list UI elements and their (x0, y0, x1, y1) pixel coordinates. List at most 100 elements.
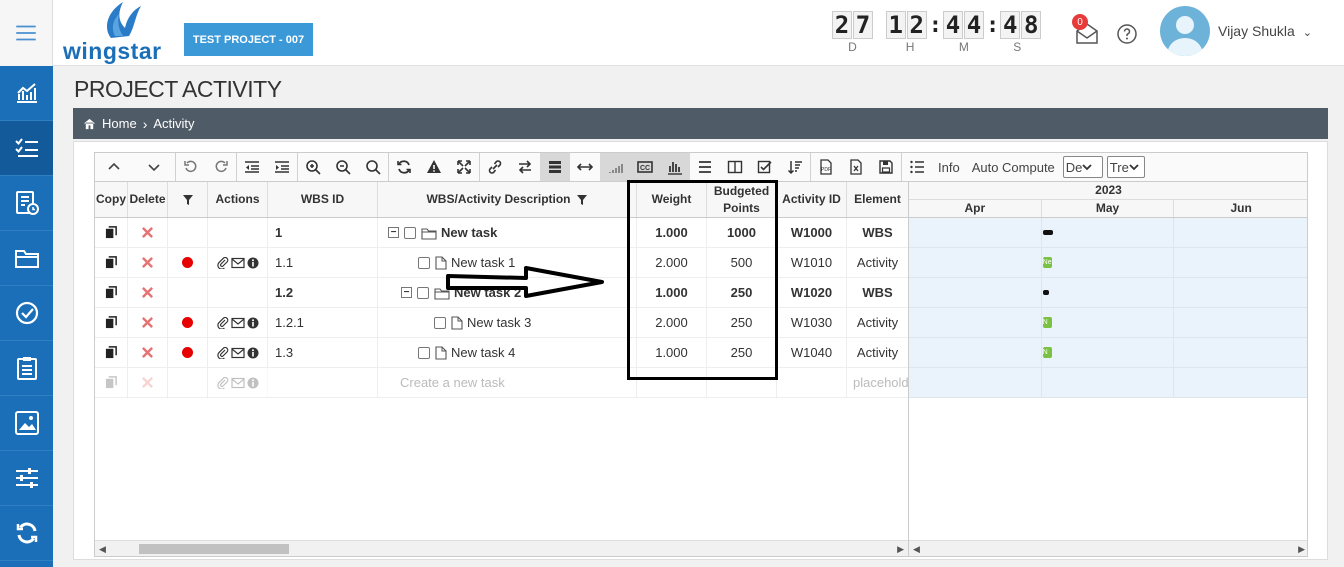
signal-button[interactable] (600, 153, 630, 181)
export-pdf-button[interactable]: PDF (811, 153, 841, 181)
table-row[interactable]: 1.2.1 New task 3 2.000 250 W1030 Activity (95, 308, 908, 338)
copy-icon[interactable] (105, 226, 118, 239)
columns-button[interactable] (720, 153, 750, 181)
details-list-button[interactable] (902, 153, 932, 181)
description-cell[interactable]: New task 4 (378, 338, 637, 367)
mail-icon[interactable] (230, 347, 245, 359)
help-icon[interactable] (1116, 23, 1138, 45)
col-header-actions[interactable]: Actions (208, 182, 268, 217)
hamburger-menu-button[interactable] (0, 0, 53, 66)
sidebar-item-settings[interactable] (0, 451, 53, 506)
gantt-task-bar[interactable]: Ne (1042, 257, 1052, 268)
description-cell[interactable]: New task 3 (378, 308, 637, 337)
outdent-button[interactable] (237, 153, 267, 181)
move-down-button[interactable] (133, 153, 175, 181)
checklist-button[interactable] (750, 153, 780, 181)
refresh-button[interactable] (389, 153, 419, 181)
sort-button[interactable] (780, 153, 810, 181)
delete-icon[interactable] (141, 256, 154, 269)
col-header-description[interactable]: WBS/Activity Description (378, 182, 637, 217)
list-button[interactable] (690, 153, 720, 181)
col-header-element[interactable]: Element (847, 182, 908, 217)
sidebar-item-schedule[interactable] (0, 176, 53, 231)
attachment-icon[interactable] (216, 346, 229, 359)
redo-button[interactable] (206, 153, 236, 181)
scroll-left-arrow-icon[interactable]: ◀ (913, 544, 920, 555)
gantt-summary-bar[interactable] (1042, 230, 1053, 235)
gantt-task-bar[interactable]: N (1042, 347, 1052, 358)
copy-icon[interactable] (105, 286, 118, 299)
link-button[interactable] (480, 153, 510, 181)
export-excel-button[interactable] (841, 153, 871, 181)
filter-icon[interactable] (576, 194, 588, 206)
copy-icon[interactable] (105, 316, 118, 329)
row-checkbox[interactable] (418, 256, 430, 269)
delete-icon[interactable] (141, 346, 154, 359)
home-icon[interactable] (83, 117, 96, 130)
row-checkbox[interactable] (404, 226, 416, 239)
search-button[interactable] (358, 153, 388, 181)
avatar[interactable] (1160, 6, 1210, 56)
user-menu[interactable]: Vijay Shukla ⌄ (1218, 23, 1312, 39)
scroll-thumb[interactable] (139, 544, 289, 554)
zoom-in-button[interactable] (298, 153, 328, 181)
row-checkbox[interactable] (418, 346, 430, 359)
info-button[interactable]: Info (932, 153, 966, 181)
sidebar-item-gallery[interactable] (0, 396, 53, 451)
col-header-activity-id[interactable]: Activity ID (777, 182, 847, 217)
table-row[interactable]: 1.3 New task 4 1.000 250 W1040 Activity (95, 338, 908, 368)
row-checkbox[interactable] (434, 316, 446, 329)
sidebar-item-files[interactable] (0, 231, 53, 286)
gantt-horizontal-scrollbar[interactable]: ◀ ▶ (909, 540, 1307, 556)
mail-icon[interactable] (230, 257, 245, 269)
scroll-right-arrow-icon[interactable]: ▶ (1298, 544, 1305, 555)
row-density-button[interactable] (540, 153, 570, 181)
mail-icon[interactable] (230, 317, 245, 329)
project-selector-button[interactable]: TEST PROJECT - 007 (184, 23, 313, 56)
collapse-toggle-icon[interactable]: − (388, 227, 399, 238)
critical-path-button[interactable]: CC (630, 153, 660, 181)
scroll-left-arrow-icon[interactable]: ◀ (99, 544, 106, 555)
scroll-right-arrow-icon[interactable]: ▶ (897, 544, 904, 555)
sidebar-item-sync[interactable] (0, 506, 53, 561)
gantt-summary-bar[interactable] (1042, 290, 1049, 295)
row-checkbox[interactable] (417, 286, 429, 299)
wingstar-logo[interactable]: wingstar (63, 2, 173, 64)
fullscreen-button[interactable] (449, 153, 479, 181)
save-button[interactable] (871, 153, 901, 181)
sidebar-item-tasks[interactable] (0, 121, 53, 176)
delete-icon[interactable] (141, 286, 154, 299)
attachment-icon[interactable] (216, 316, 229, 329)
fit-width-button[interactable] (570, 153, 600, 181)
description-cell[interactable]: − New task (378, 218, 637, 247)
auto-compute-button[interactable]: Auto Compute (966, 153, 1061, 181)
table-row[interactable]: 1− New task 1.000 1000 W1000 WBS (95, 218, 908, 248)
breadcrumb-home[interactable]: Home (102, 116, 137, 131)
histogram-button[interactable] (660, 153, 690, 181)
info-icon[interactable] (247, 257, 259, 269)
delete-icon[interactable] (141, 316, 154, 329)
date-format-select[interactable]: De (1062, 156, 1103, 178)
col-header-delete[interactable]: Delete (128, 182, 168, 217)
undo-button[interactable] (176, 153, 206, 181)
indent-button[interactable] (267, 153, 297, 181)
copy-icon[interactable] (105, 346, 118, 359)
sidebar-item-analytics[interactable] (0, 66, 53, 121)
swap-button[interactable] (510, 153, 540, 181)
sidebar-item-approvals[interactable] (0, 286, 53, 341)
col-header-wbs-id[interactable]: WBS ID (268, 182, 378, 217)
col-header-copy[interactable]: Copy (95, 182, 128, 217)
info-icon[interactable] (247, 317, 259, 329)
delete-icon[interactable] (141, 226, 154, 239)
move-up-button[interactable] (95, 153, 133, 181)
new-task-row[interactable]: Create a new task placeholder (95, 368, 908, 398)
copy-icon[interactable] (105, 256, 118, 269)
warning-button[interactable] (419, 153, 449, 181)
sidebar-item-reports[interactable] (0, 341, 53, 396)
gantt-task-bar[interactable]: N (1042, 317, 1052, 328)
collapse-toggle-icon[interactable]: − (401, 287, 412, 298)
view-mode-select[interactable]: Tre (1106, 156, 1145, 178)
info-icon[interactable] (247, 347, 259, 359)
attachment-icon[interactable] (216, 256, 229, 269)
col-header-filter[interactable] (168, 182, 208, 217)
